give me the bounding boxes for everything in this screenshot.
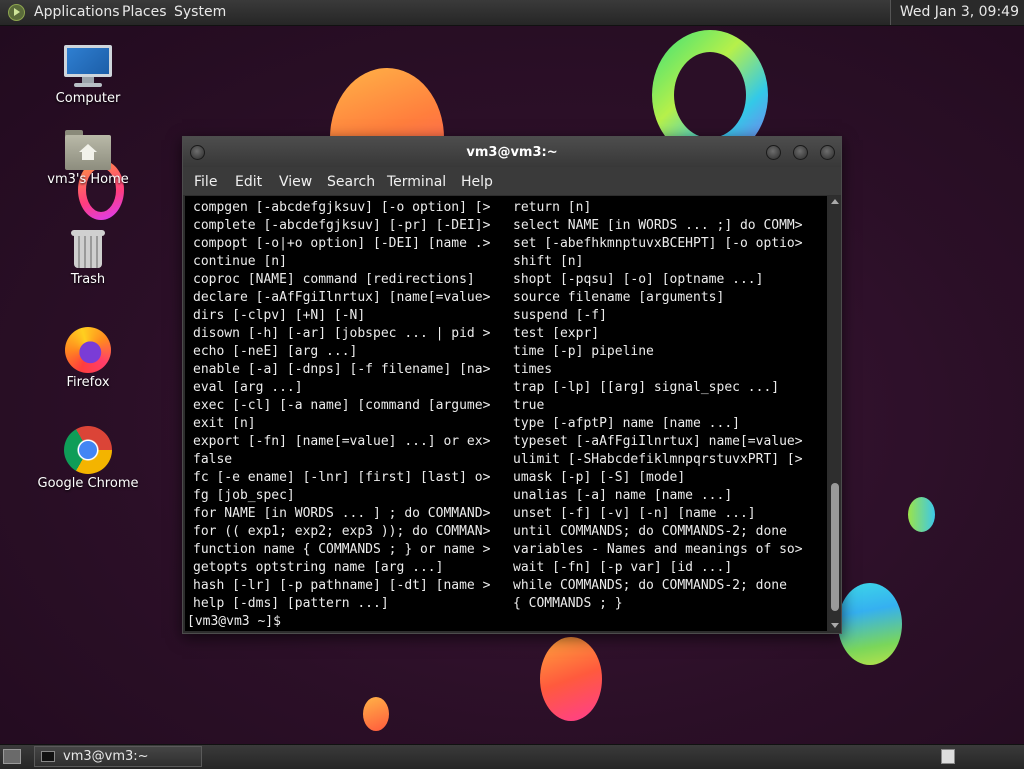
terminal-line: { COMMANDS ; } xyxy=(513,596,623,611)
show-desktop-icon[interactable] xyxy=(3,749,21,764)
terminal-line: test [expr] xyxy=(513,326,600,341)
computer-icon xyxy=(64,45,112,89)
terminal-line: umask [-p] [-S] [mode] xyxy=(513,470,686,485)
terminal-line: dirs [-clpv] [+N] [-N] xyxy=(193,308,366,323)
terminal-line: unset [-f] [-v] [-n] [name ...] xyxy=(513,506,756,521)
terminal-left-column: compgen [-abcdefgjksuv] [-o option] [> co… xyxy=(193,199,501,613)
decor-red-blob xyxy=(540,637,602,721)
terminal-line: declare [-aAfFgiIlnrtux] [name[=value> xyxy=(193,290,491,305)
desktop-icon-label: Trash xyxy=(70,272,106,287)
menu-help[interactable]: Help xyxy=(461,174,493,190)
desktop-icon-trash[interactable]: Trash xyxy=(33,228,143,287)
terminal-line: trap [-lp] [[arg] signal_spec ...] xyxy=(513,380,780,395)
decor-blue-green-blob xyxy=(838,583,902,665)
terminal-line: select NAME [in WORDS ... ;] do COMM> xyxy=(513,218,803,233)
terminal-line: disown [-h] [-ar] [jobspec ... | pid > xyxy=(193,326,491,341)
terminal-line: return [n] xyxy=(513,200,592,215)
terminal-line: echo [-neE] [arg ...] xyxy=(193,344,358,359)
desktop-icon-chrome[interactable]: Google Chrome xyxy=(33,426,143,491)
taskbar-button-label: vm3@vm3:~ xyxy=(63,749,149,764)
menu-applications[interactable]: Applications xyxy=(34,4,120,20)
firefox-icon xyxy=(65,327,111,373)
terminal-line: compopt [-o|+o option] [-DEI] [name .> xyxy=(193,236,491,251)
terminal-line: shopt [-pqsu] [-o] [optname ...] xyxy=(513,272,764,287)
terminal-line: times xyxy=(513,362,553,377)
terminal-line: while COMMANDS; do COMMANDS-2; done xyxy=(513,578,787,593)
terminal-line: exit [n] xyxy=(193,416,256,431)
close-button[interactable] xyxy=(820,145,835,160)
terminal-icon xyxy=(41,751,55,762)
menu-terminal[interactable]: Terminal xyxy=(387,174,446,190)
terminal-line: compgen [-abcdefgjksuv] [-o option] [> xyxy=(193,200,491,215)
terminal-line: variables - Names and meanings of so> xyxy=(513,542,803,557)
terminal-line: fc [-e ename] [-lnr] [first] [last] o> xyxy=(193,470,491,485)
terminal-line: complete [-abcdefgjksuv] [-pr] [-DEI]> xyxy=(193,218,491,233)
workspace-switcher[interactable] xyxy=(941,749,955,764)
terminal-line: typeset [-aAfFgiIlnrtux] name[=value> xyxy=(513,434,803,449)
chrome-icon xyxy=(64,426,112,474)
menu-file[interactable]: File xyxy=(194,174,217,190)
window-titlebar[interactable]: vm3@vm3:~ xyxy=(183,137,841,167)
menu-places[interactable]: Places xyxy=(122,4,167,20)
terminal-line: hash [-lr] [-p pathname] [-dt] [name > xyxy=(193,578,491,593)
terminal-menubar: File Edit View Search Terminal Help xyxy=(183,167,841,195)
menu-search[interactable]: Search xyxy=(327,174,375,190)
terminal-line: getopts optstring name [arg ...] xyxy=(193,560,444,575)
scroll-down-arrow-icon[interactable] xyxy=(831,623,839,628)
terminal-line: export [-fn] [name[=value] ...] or ex> xyxy=(193,434,491,449)
menu-system[interactable]: System xyxy=(174,4,226,20)
terminal-line: function name { COMMANDS ; } or name > xyxy=(193,542,491,557)
top-panel: Applications Places System Wed Jan 3, 09… xyxy=(0,0,1024,26)
terminal-output[interactable]: compgen [-abcdefgjksuv] [-o option] [> co… xyxy=(185,196,827,631)
terminal-line: ulimit [-SHabcdefiklmnpqrstuvxPRT] [> xyxy=(513,452,803,467)
scroll-up-arrow-icon[interactable] xyxy=(831,199,839,204)
terminal-line: shift [n] xyxy=(513,254,584,269)
menu-edit[interactable]: Edit xyxy=(235,174,262,190)
scroll-thumb[interactable] xyxy=(831,483,839,611)
terminal-line: type [-afptP] name [name ...] xyxy=(513,416,740,431)
window-title: vm3@vm3:~ xyxy=(466,145,558,160)
terminal-window[interactable]: vm3@vm3:~ File Edit View Search Terminal… xyxy=(182,136,842,634)
terminal-line: for (( exp1; exp2; exp3 )); do COMMAN> xyxy=(193,524,491,539)
minimize-button[interactable] xyxy=(766,145,781,160)
desktop-icon-label: Firefox xyxy=(66,375,110,390)
maximize-button[interactable] xyxy=(793,145,808,160)
terminal-line: help [-dms] [pattern ...] xyxy=(193,596,389,611)
terminal-line: enable [-a] [-dnps] [-f filename] [na> xyxy=(193,362,491,377)
terminal-line: eval [arg ...] xyxy=(193,380,303,395)
terminal-line: false xyxy=(193,452,233,467)
terminal-line: exec [-cl] [-a name] [command [argume> xyxy=(193,398,491,413)
terminal-right-column: return [n] select NAME [in WORDS ... ;] d… xyxy=(513,199,813,613)
terminal-scrollbar[interactable] xyxy=(829,196,841,631)
decor-small-orange-blob xyxy=(363,697,389,731)
decor-small-green-blob xyxy=(908,497,935,532)
menu-view[interactable]: View xyxy=(279,174,312,190)
terminal-line: fg [job_spec] xyxy=(193,488,295,503)
terminal-line: continue [n] xyxy=(193,254,287,269)
terminal-line: wait [-fn] [-p var] [id ...] xyxy=(513,560,733,575)
desktop-icon-firefox[interactable]: Firefox xyxy=(33,327,143,390)
desktop-icon-label: Computer xyxy=(55,91,121,106)
desktop-icon-label: vm3's Home xyxy=(47,172,129,187)
terminal-line: coproc [NAME] command [redirections] xyxy=(193,272,475,287)
applications-menu-icon[interactable] xyxy=(8,4,25,21)
terminal-line: for NAME [in WORDS ... ] ; do COMMAND> xyxy=(193,506,491,521)
terminal-line: time [-p] pipeline xyxy=(513,344,654,359)
clock[interactable]: Wed Jan 3, 09:49 xyxy=(889,0,1024,25)
terminal-line: unalias [-a] name [name ...] xyxy=(513,488,733,503)
terminal-line: until COMMANDS; do COMMANDS-2; done xyxy=(513,524,787,539)
desktop-icon-home[interactable]: vm3's Home xyxy=(33,130,143,187)
terminal-line: source filename [arguments] xyxy=(513,290,725,305)
home-folder-icon xyxy=(65,130,111,170)
desktop-icon-label: Google Chrome xyxy=(37,476,139,491)
terminal-line: suspend [-f] xyxy=(513,308,607,323)
desktop-icon-computer[interactable]: Computer xyxy=(33,45,143,106)
trash-icon xyxy=(70,228,106,270)
terminal-line: set [-abefhkmnptuvxBCEHPT] [-o optio> xyxy=(513,236,803,251)
terminal-line: true xyxy=(513,398,545,413)
bottom-panel: vm3@vm3:~ xyxy=(0,744,1024,769)
taskbar-button-terminal[interactable]: vm3@vm3:~ xyxy=(34,746,202,767)
shell-prompt[interactable]: [vm3@vm3 ~]$ xyxy=(187,613,289,631)
